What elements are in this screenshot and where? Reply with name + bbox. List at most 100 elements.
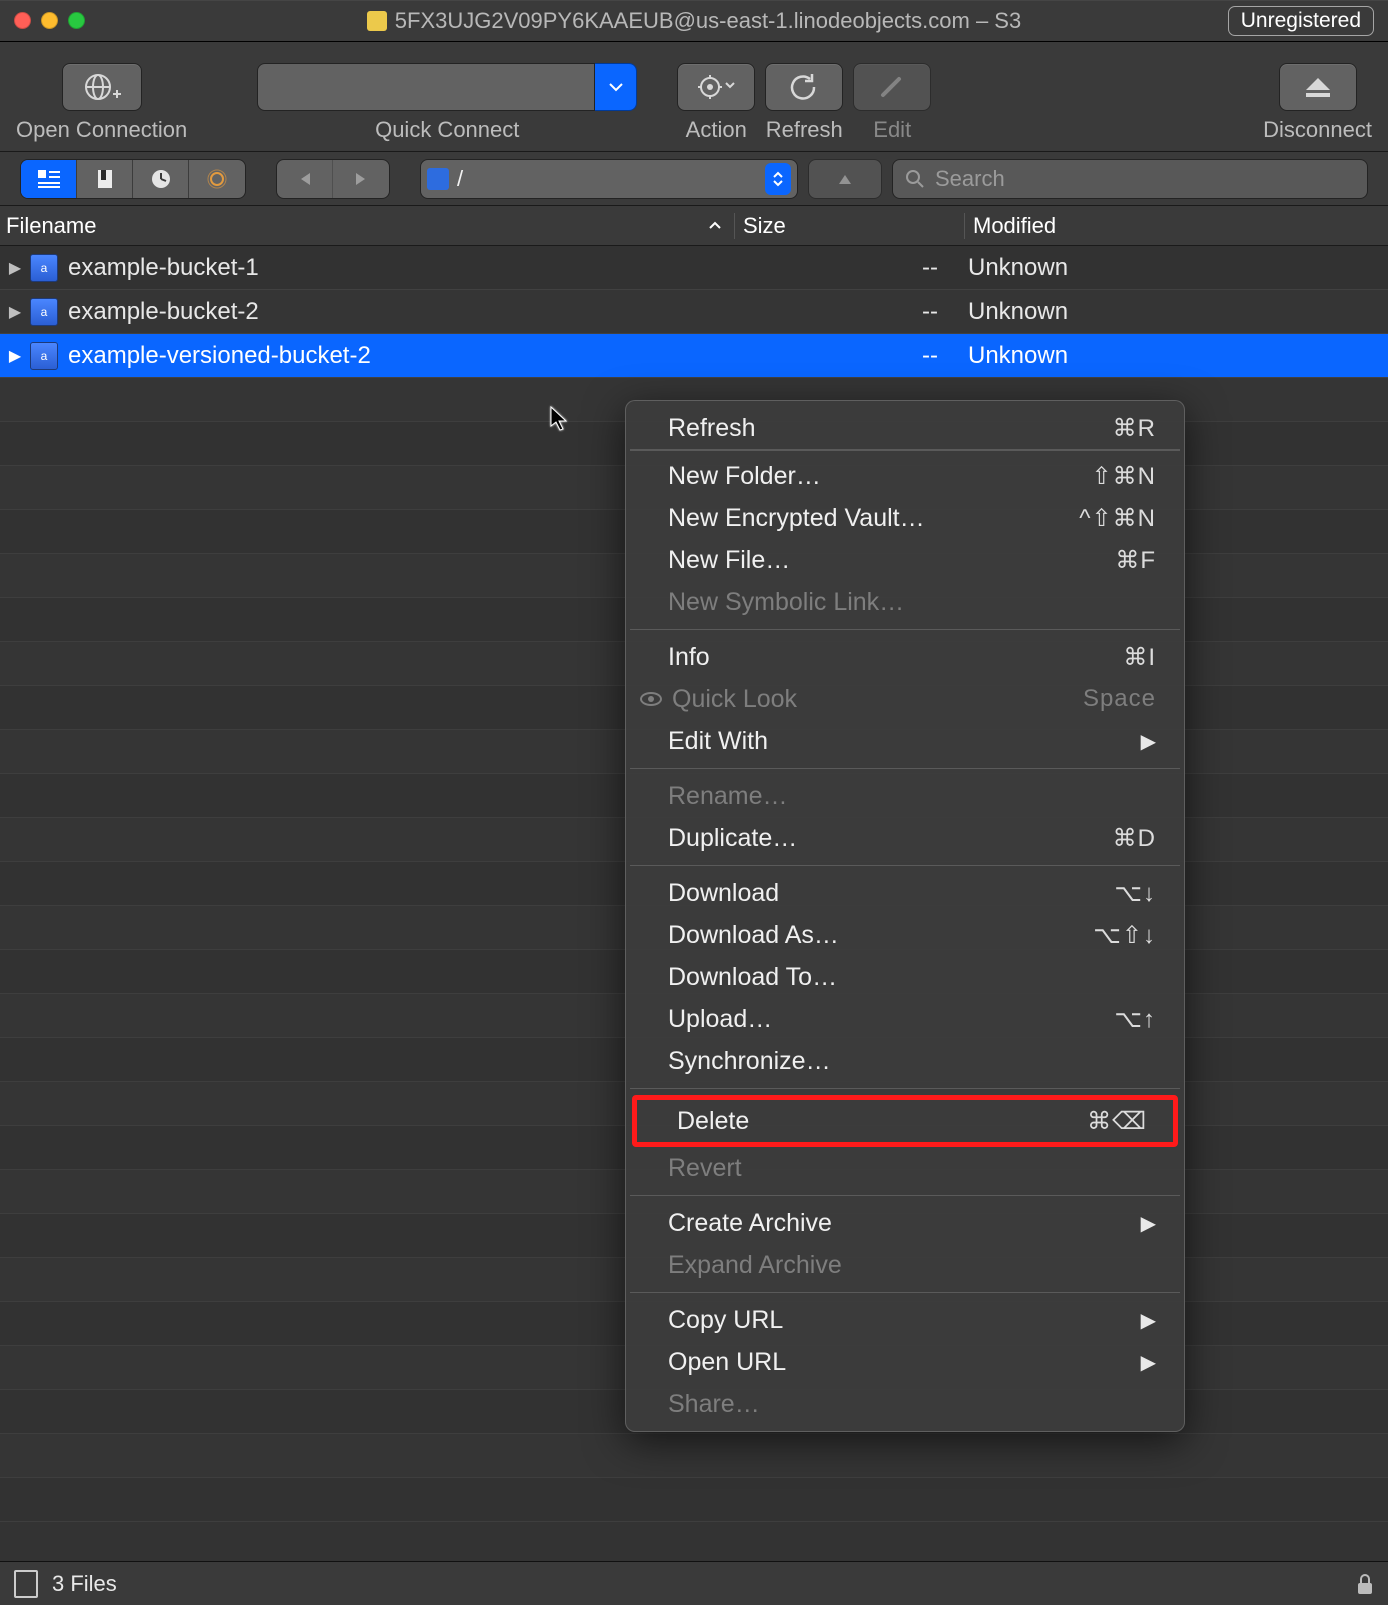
file-modified: Unknown <box>958 298 1388 326</box>
app-icon <box>367 11 387 31</box>
column-modified[interactable]: Modified <box>964 213 1388 239</box>
minimize-window-button[interactable] <box>41 12 58 29</box>
menu-download-as[interactable]: Download As…⌥⇧↓ <box>628 914 1182 956</box>
context-menu: Refresh⌘R New Folder…⇧⌘N New Encrypted V… <box>625 400 1185 1432</box>
file-size: -- <box>728 254 958 282</box>
menu-duplicate[interactable]: Duplicate…⌘D <box>628 817 1182 859</box>
history-nav-group <box>276 159 390 199</box>
status-bar: 3 Files <box>0 1561 1388 1605</box>
menu-refresh[interactable]: Refresh⌘R <box>628 407 1182 449</box>
go-up-button[interactable] <box>808 159 882 199</box>
bucket-icon: a <box>30 298 58 326</box>
column-modified-label: Modified <box>973 213 1056 238</box>
outline-view-icon <box>38 170 60 188</box>
disconnect-label: Disconnect <box>1263 117 1372 143</box>
refresh-button[interactable] <box>765 63 843 111</box>
column-filename[interactable]: Filename <box>0 213 734 239</box>
view-history-button[interactable] <box>133 160 189 198</box>
file-size: -- <box>728 342 958 370</box>
window-controls <box>14 12 85 29</box>
table-row[interactable]: ▶a example-versioned-bucket-2--Unknown <box>0 334 1388 378</box>
globe-plus-icon <box>83 72 121 102</box>
edit-button[interactable] <box>853 63 931 111</box>
quick-connect-dropdown[interactable] <box>595 63 637 111</box>
menu-delete[interactable]: Delete⌘⌫ <box>637 1100 1173 1142</box>
search-placeholder: Search <box>935 166 1005 192</box>
search-input[interactable]: Search <box>892 159 1368 199</box>
view-outline-button[interactable] <box>21 160 77 198</box>
menu-download-to[interactable]: Download To… <box>628 956 1182 998</box>
menu-synchronize[interactable]: Synchronize… <box>628 1040 1182 1082</box>
nav-back-button[interactable] <box>277 160 333 198</box>
menu-new-folder[interactable]: New Folder…⇧⌘N <box>628 455 1182 497</box>
menu-expand-archive: Expand Archive <box>628 1244 1182 1286</box>
path-stepper[interactable] <box>765 163 791 195</box>
menu-delete-highlight: Delete⌘⌫ <box>632 1095 1178 1147</box>
file-modified: Unknown <box>958 342 1388 370</box>
refresh-icon <box>788 72 820 102</box>
empty-row <box>0 1434 1388 1478</box>
path-text: / <box>457 166 463 192</box>
menu-open-url[interactable]: Open URL▶ <box>628 1341 1182 1383</box>
path-bar[interactable]: / <box>420 159 798 199</box>
disclosure-triangle-icon[interactable]: ▶ <box>0 346 30 366</box>
lock-icon <box>1356 1573 1374 1595</box>
menu-edit-with[interactable]: Edit With▶ <box>628 720 1182 762</box>
submenu-arrow-icon: ▶ <box>1141 1350 1156 1375</box>
zoom-window-button[interactable] <box>68 12 85 29</box>
empty-row <box>0 1478 1388 1522</box>
view-bookmarks-button[interactable] <box>77 160 133 198</box>
unregistered-badge[interactable]: Unregistered <box>1228 6 1374 36</box>
action-button[interactable] <box>677 63 755 111</box>
table-row[interactable]: ▶a example-bucket-2--Unknown <box>0 290 1388 334</box>
file-name: example-bucket-2 <box>68 298 728 326</box>
chevron-up-icon <box>772 171 784 179</box>
navigation-bar: / Search <box>0 152 1388 206</box>
search-icon <box>905 169 925 189</box>
menu-new-file[interactable]: New File…⌘F <box>628 539 1182 581</box>
column-size[interactable]: Size <box>734 213 964 239</box>
view-bonjour-button[interactable] <box>189 160 245 198</box>
volume-icon <box>427 168 449 190</box>
triangle-right-icon <box>354 171 368 187</box>
menu-revert: Revert <box>628 1147 1182 1189</box>
triangle-up-icon <box>837 172 853 186</box>
menu-info[interactable]: Info⌘I <box>628 636 1182 678</box>
status-text: 3 Files <box>52 1571 117 1597</box>
pencil-icon <box>877 73 907 101</box>
triangle-left-icon <box>298 171 312 187</box>
menu-new-symbolic-link: New Symbolic Link… <box>628 581 1182 623</box>
nav-forward-button[interactable] <box>333 160 389 198</box>
open-connection-button[interactable] <box>62 63 142 111</box>
chevron-down-icon <box>772 179 784 187</box>
table-row[interactable]: ▶a example-bucket-1--Unknown <box>0 246 1388 290</box>
submenu-arrow-icon: ▶ <box>1141 729 1156 754</box>
menu-create-archive[interactable]: Create Archive▶ <box>628 1202 1182 1244</box>
disclosure-triangle-icon[interactable]: ▶ <box>0 258 30 278</box>
refresh-label: Refresh <box>766 117 843 143</box>
file-modified: Unknown <box>958 254 1388 282</box>
menu-upload[interactable]: Upload…⌥↑ <box>628 998 1182 1040</box>
file-name: example-bucket-1 <box>68 254 728 282</box>
menu-new-encrypted-vault[interactable]: New Encrypted Vault…^⇧⌘N <box>628 497 1182 539</box>
bucket-icon: a <box>30 342 58 370</box>
menu-download[interactable]: Download⌥↓ <box>628 872 1182 914</box>
file-size: -- <box>728 298 958 326</box>
disclosure-triangle-icon[interactable]: ▶ <box>0 302 30 322</box>
bucket-icon: a <box>30 254 58 282</box>
menu-copy-url[interactable]: Copy URL▶ <box>628 1299 1182 1341</box>
disconnect-button[interactable] <box>1279 63 1357 111</box>
menu-rename: Rename… <box>628 775 1182 817</box>
close-window-button[interactable] <box>14 12 31 29</box>
submenu-arrow-icon: ▶ <box>1141 1211 1156 1236</box>
bonjour-icon <box>206 168 228 190</box>
file-name: example-versioned-bucket-2 <box>68 342 728 370</box>
document-icon <box>14 1570 38 1598</box>
window-title: 5FX3UJG2V09PY6KAAEUB@us-east-1.linodeobj… <box>395 8 1021 34</box>
quick-connect-field[interactable] <box>257 63 595 111</box>
column-size-label: Size <box>743 213 786 238</box>
gear-icon <box>696 73 736 101</box>
eye-icon <box>640 692 662 706</box>
clock-icon <box>150 168 172 190</box>
submenu-arrow-icon: ▶ <box>1141 1308 1156 1333</box>
